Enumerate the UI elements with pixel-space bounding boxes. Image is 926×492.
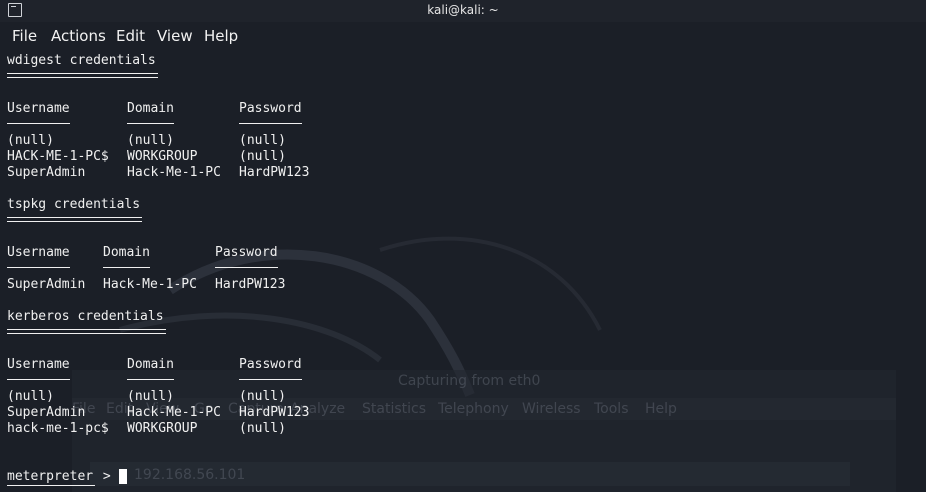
section-title-underline bbox=[7, 329, 166, 334]
header-underline bbox=[7, 267, 70, 268]
window-titlebar: kali@kali: ~ bbox=[0, 0, 926, 22]
prompt-underline bbox=[7, 485, 95, 486]
cell-password: HardPW123 bbox=[215, 277, 286, 292]
cell-username: SuperAdmin bbox=[7, 165, 86, 180]
cell-domain: WORKGROUP bbox=[127, 421, 198, 436]
cell-password: HardPW123 bbox=[239, 405, 310, 420]
header-password: Password bbox=[239, 357, 302, 372]
prompt-label: meterpreter bbox=[7, 469, 94, 484]
header-username: Username bbox=[7, 245, 70, 260]
text-cursor bbox=[119, 469, 127, 484]
cell-password: (null) bbox=[239, 389, 286, 404]
header-underline bbox=[215, 267, 278, 268]
cell-username: HACK-ME-1-PC$ bbox=[7, 149, 109, 164]
header-domain: Domain bbox=[127, 101, 174, 116]
section-title: tspkg credentials bbox=[7, 197, 141, 212]
cell-domain: WORKGROUP bbox=[127, 149, 198, 164]
bg-menu-telephony: Telephony bbox=[438, 401, 509, 417]
cell-password: (null) bbox=[239, 421, 286, 436]
header-username: Username bbox=[7, 101, 70, 116]
menu-file[interactable]: File bbox=[12, 27, 37, 45]
bg-menu-tools: Tools bbox=[594, 401, 629, 417]
menu-help[interactable]: Help bbox=[204, 27, 238, 45]
prompt-suffix: > bbox=[95, 469, 119, 484]
header-underline bbox=[7, 379, 70, 380]
header-underline bbox=[103, 267, 150, 268]
header-domain: Domain bbox=[127, 357, 174, 372]
header-underline bbox=[7, 123, 70, 124]
cell-username: SuperAdmin bbox=[7, 277, 86, 292]
cell-password: (null) bbox=[239, 149, 286, 164]
cell-domain: Hack-Me-1-PC bbox=[103, 277, 197, 292]
background-filter-text: 192.168.56.101 bbox=[134, 467, 246, 483]
header-underline bbox=[239, 379, 302, 380]
cell-domain: (null) bbox=[127, 389, 174, 404]
cell-username: (null) bbox=[7, 389, 54, 404]
section-title: kerberos credentials bbox=[7, 309, 164, 324]
header-password: Password bbox=[239, 101, 302, 116]
bg-menu-statistics: Statistics bbox=[362, 401, 426, 417]
bg-menu-help: Help bbox=[645, 401, 677, 417]
menu-edit[interactable]: Edit bbox=[116, 27, 145, 45]
cell-password: HardPW123 bbox=[239, 165, 310, 180]
menu-actions[interactable]: Actions bbox=[51, 27, 106, 45]
cell-username: (null) bbox=[7, 133, 54, 148]
header-username: Username bbox=[7, 357, 70, 372]
section-title: wdigest credentials bbox=[7, 53, 156, 68]
cell-username: hack-me-1-pc$ bbox=[7, 421, 109, 436]
window-title: kali@kali: ~ bbox=[427, 3, 499, 17]
section-title-underline bbox=[7, 73, 158, 78]
menu-view[interactable]: View bbox=[157, 27, 193, 45]
background-window-title: Capturing from eth0 bbox=[398, 373, 541, 389]
menu-bar: File Actions Edit View Help bbox=[0, 25, 926, 49]
section-title-underline bbox=[7, 217, 142, 222]
bg-menu-wireless: Wireless bbox=[522, 401, 581, 417]
cell-password: (null) bbox=[239, 133, 286, 148]
header-underline bbox=[127, 123, 174, 124]
cell-domain: (null) bbox=[127, 133, 174, 148]
header-password: Password bbox=[215, 245, 278, 260]
header-domain: Domain bbox=[103, 245, 150, 260]
cell-domain: Hack-Me-1-PC bbox=[127, 405, 221, 420]
cell-username: SuperAdmin bbox=[7, 405, 86, 420]
cell-domain: Hack-Me-1-PC bbox=[127, 165, 221, 180]
header-underline bbox=[127, 379, 174, 380]
header-underline bbox=[239, 123, 302, 124]
